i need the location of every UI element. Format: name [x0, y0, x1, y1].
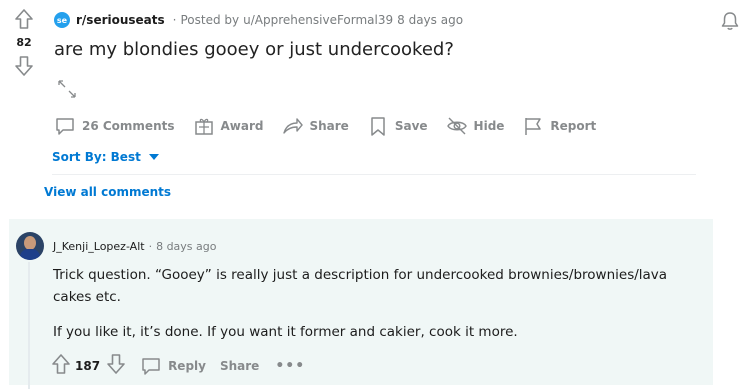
flag-icon [525, 118, 542, 135]
upvote-icon[interactable] [8, 8, 40, 30]
post-action-bar: 26 Comments Award Share Save Hide Report [54, 114, 614, 138]
subreddit-icon[interactable]: se [54, 12, 70, 28]
hide-button[interactable]: Hide [446, 114, 505, 138]
share-button[interactable]: Share [281, 114, 349, 138]
post-vote-column: 82 [8, 8, 40, 77]
share-label: Share [219, 358, 260, 373]
comments-button[interactable]: 26 Comments [54, 114, 175, 138]
bookmark-icon [371, 117, 385, 136]
reply-button[interactable]: Reply [140, 355, 206, 377]
award-button[interactable]: Award [193, 114, 264, 138]
hide-eye-icon [446, 117, 467, 135]
comment-meta: J_Kenji_Lopez-Alt · 8 days ago [53, 240, 217, 253]
post-title[interactable]: are my blondies gooey or just undercooke… [54, 39, 454, 60]
sort-label: Sort By: Best [52, 150, 141, 164]
upvote-icon[interactable] [51, 353, 71, 378]
post-time[interactable]: 8 days ago [397, 13, 463, 27]
caret-down-icon [148, 154, 159, 160]
comments-label: 26 Comments [82, 119, 175, 133]
share-label: Share [309, 119, 349, 133]
avatar[interactable] [16, 232, 44, 260]
comment-share-button[interactable]: Share [220, 359, 259, 373]
comment-author-link[interactable]: J_Kenji_Lopez-Alt [53, 240, 145, 253]
comment-thread-line[interactable] [28, 262, 30, 389]
more-options-icon[interactable]: ••• [275, 358, 305, 374]
comment-icon [142, 357, 160, 375]
expand-media-icon[interactable] [56, 78, 78, 100]
save-label: Save [394, 119, 428, 133]
reply-label: Reply [168, 358, 206, 373]
sort-dropdown[interactable]: Sort By: Best [52, 150, 159, 164]
subreddit-link[interactable]: r/seriouseats [76, 13, 165, 27]
share-icon [283, 118, 304, 134]
comment-time[interactable]: 8 days ago [156, 240, 216, 253]
award-label: Award [220, 119, 264, 133]
comment-score: 187 [75, 358, 101, 373]
notification-bell-icon[interactable] [720, 10, 740, 36]
post-container: 82 se r/seriouseats · Posted by u/Appreh… [0, 0, 747, 216]
avatar-body [20, 249, 40, 260]
post-meta: se r/seriouseats · Posted by u/Apprehens… [54, 11, 463, 29]
comment-body: Trick question. “Gooey” is really just a… [53, 264, 703, 356]
meta-separator: · [172, 13, 177, 27]
comment-icon [56, 118, 74, 135]
award-icon [194, 118, 213, 135]
meta-separator: · [148, 240, 153, 253]
save-button[interactable]: Save [367, 114, 428, 138]
divider [52, 174, 696, 175]
downvote-icon[interactable] [8, 55, 40, 77]
report-label: Report [550, 119, 597, 133]
avatar-head [24, 236, 36, 250]
hide-label: Hide [473, 119, 505, 133]
comment-action-bar: 187 Reply Share ••• [51, 353, 305, 378]
comment-paragraph: If you like it, it’s done. If you want i… [53, 324, 518, 340]
report-button[interactable]: Report [522, 114, 596, 138]
view-all-comments-link[interactable]: View all comments [44, 185, 171, 199]
downvote-icon[interactable] [106, 353, 126, 378]
comment-paragraph: Trick question. “Gooey” is really just a… [53, 267, 668, 305]
post-vote-count: 82 [16, 36, 32, 49]
post-author-link[interactable]: u/ApprehensiveFormal39 [243, 13, 393, 27]
posted-by-label: Posted by [180, 13, 240, 27]
